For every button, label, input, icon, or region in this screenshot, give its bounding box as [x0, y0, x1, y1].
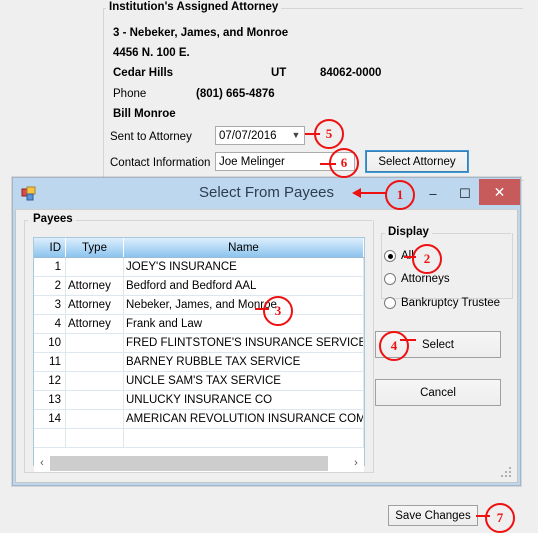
phone-value-text: (801) 665-4876 [196, 88, 275, 100]
cell-name: JOEY'S INSURANCE [123, 257, 364, 277]
cell-type [65, 428, 124, 448]
cell-name: FRED FLINTSTONE'S INSURANCE SERVICES [123, 333, 364, 353]
cell-name: UNCLE SAM'S TAX SERVICE [123, 371, 364, 391]
table-row[interactable]: 11 BARNEY RUBBLE TAX SERVICE [34, 352, 364, 372]
cell-id [34, 428, 66, 448]
cell-type: Attorney [65, 295, 124, 315]
table-row[interactable]: 2 Attorney Bedford and Bedford AAL [34, 276, 364, 296]
table-row[interactable]: 12 UNCLE SAM'S TAX SERVICE [34, 371, 364, 391]
annotation-1-arrowhead [352, 188, 361, 198]
attorney-name-text: 3 - Nebeker, James, and Monroe [113, 27, 289, 39]
annotation-3: 3 [263, 296, 293, 326]
annotation-6: 6 [329, 148, 359, 178]
save-changes-button[interactable]: Save Changes [388, 505, 478, 526]
close-button[interactable]: ✕ [479, 179, 520, 205]
chevron-down-icon: ▼ [291, 130, 301, 140]
attorney-state-text: UT [271, 67, 287, 79]
contact-information-label: Contact Information [110, 157, 211, 169]
phone-label: Phone [113, 88, 147, 100]
scroll-right-icon[interactable]: › [348, 458, 364, 469]
scrollbar-track-end[interactable] [328, 456, 348, 471]
attorney-contact-name-text: Bill Monroe [113, 108, 176, 120]
select-attorney-button[interactable]: Select Attorney [365, 150, 469, 173]
cell-type [65, 409, 124, 429]
cell-id: 10 [34, 333, 66, 353]
sent-to-attorney-combo[interactable]: 07/07/2016 ▼ [215, 126, 305, 145]
cell-type [65, 333, 124, 353]
annotation-5: 5 [314, 119, 344, 149]
cell-name [123, 428, 364, 448]
cell-id: 1 [34, 257, 66, 277]
scrollbar-thumb[interactable] [50, 456, 328, 471]
radio-attorneys-indicator [384, 273, 396, 285]
radio-attorneys[interactable]: Attorneys [384, 273, 450, 285]
cell-type [65, 352, 124, 372]
cell-type [65, 390, 124, 410]
cell-name: UNLUCKY INSURANCE CO [123, 390, 364, 410]
table-row[interactable]: 3 Attorney Nebeker, James, and Monroe [34, 295, 364, 315]
radio-bankruptcy-trustee-label: Bankruptcy Trustee [401, 297, 501, 309]
maximize-button[interactable]: ☐ [450, 178, 480, 209]
cell-type [65, 257, 124, 277]
payees-grid[interactable]: ID Type Name 1 JOEY'S INSURANCE 2 Attorney B… [33, 237, 365, 466]
cancel-button[interactable]: Cancel [375, 379, 501, 406]
cell-id: 13 [34, 390, 66, 410]
table-row[interactable]: 13 UNLUCKY INSURANCE CO [34, 390, 364, 410]
cell-type: Attorney [65, 276, 124, 296]
cell-name: Frank and Law [123, 314, 364, 334]
cell-id: 4 [34, 314, 66, 334]
radio-attorneys-label: Attorneys [401, 273, 450, 285]
cell-id: 12 [34, 371, 66, 391]
resize-grip[interactable] [501, 467, 511, 477]
table-row[interactable]: 1 JOEY'S INSURANCE [34, 257, 364, 277]
scroll-left-icon[interactable]: ‹ [34, 458, 50, 469]
institution-attorney-groupbox-title: Institution's Assigned Attorney [106, 1, 282, 13]
payees-header-row: ID Type Name [34, 238, 364, 258]
table-row[interactable]: 14 AMERICAN REVOLUTION INSURANCE COMPANY [34, 409, 364, 429]
cell-name: BARNEY RUBBLE TAX SERVICE [123, 352, 364, 372]
cell-name: AMERICAN REVOLUTION INSURANCE COMPANY [123, 409, 364, 429]
groupbox-top-right-rule [272, 8, 523, 9]
annotation-1: 1 [385, 180, 415, 210]
dialog-titlebar[interactable]: Select From Payees – ☐ ✕ [13, 178, 520, 209]
radio-bankruptcy-trustee-indicator [384, 297, 396, 309]
table-row[interactable]: 10 FRED FLINTSTONE'S INSURANCE SERVICES [34, 333, 364, 353]
payees-table-body: 1 JOEY'S INSURANCE 2 Attorney Bedford and Be… [34, 257, 364, 448]
cell-name: Bedford and Bedford AAL [123, 276, 364, 296]
radio-all-indicator [384, 250, 396, 262]
cell-name: Nebeker, James, and Monroe [123, 295, 364, 315]
column-header-id[interactable]: ID [34, 238, 66, 258]
table-row[interactable] [34, 428, 364, 448]
cell-type [65, 371, 124, 391]
cell-id: 11 [34, 352, 66, 372]
cell-id: 3 [34, 295, 66, 315]
attorney-zip-text: 84062-0000 [320, 67, 382, 79]
payees-table-head: ID Type Name [34, 238, 364, 258]
column-header-type[interactable]: Type [65, 238, 124, 258]
sent-to-attorney-label: Sent to Attorney [110, 131, 192, 143]
annotation-2: 2 [412, 244, 442, 274]
attorney-city-text: Cedar Hills [113, 67, 174, 79]
cell-id: 14 [34, 409, 66, 429]
sent-to-attorney-value: 07/07/2016 [219, 129, 277, 142]
table-row[interactable]: 4 Attorney Frank and Law [34, 314, 364, 334]
annotation-4: 4 [379, 331, 409, 361]
minimize-button[interactable]: – [418, 178, 448, 209]
attorney-street-text: 4456 N. 100 E. [113, 47, 190, 59]
payees-table: ID Type Name 1 JOEY'S INSURANCE 2 Attorney B… [34, 238, 364, 448]
radio-bankruptcy-trustee[interactable]: Bankruptcy Trustee [384, 297, 500, 309]
annotation-1-leader [357, 192, 386, 194]
cell-id: 2 [34, 276, 66, 296]
grid-horizontal-scrollbar[interactable]: ‹ › [34, 455, 364, 472]
cell-type: Attorney [65, 314, 124, 334]
annotation-7: 7 [485, 503, 515, 533]
column-header-name[interactable]: Name [123, 238, 364, 258]
